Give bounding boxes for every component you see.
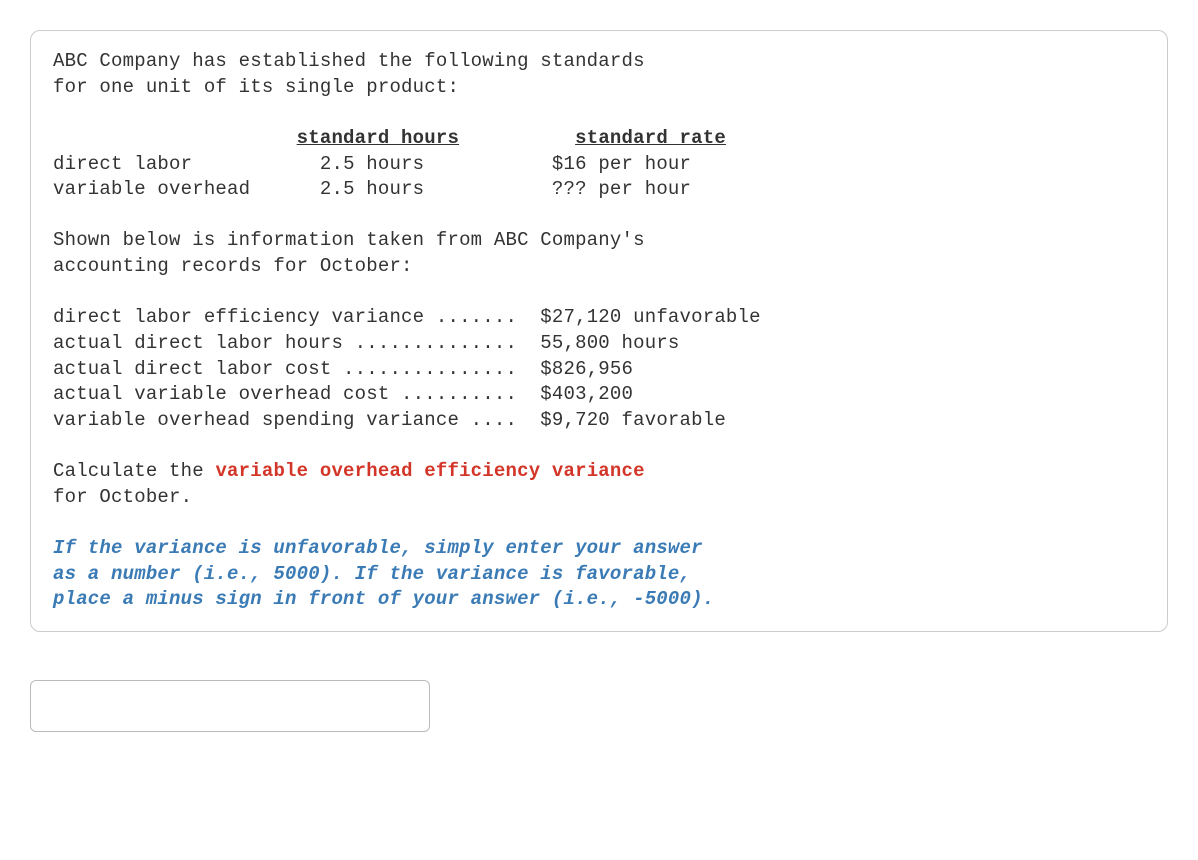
- rec3-label: actual direct labor cost ...............: [53, 358, 517, 380]
- para2-line-1: Shown below is information taken from AB…: [53, 229, 645, 251]
- row-dl-label: direct labor: [53, 153, 192, 175]
- row-dl-rate: $16 per hour: [552, 153, 691, 175]
- record-row-3: actual direct labor cost ...............…: [53, 358, 633, 380]
- row-dl-hours: 2.5 hours: [320, 153, 424, 175]
- instr-line-3: place a minus sign in front of your answ…: [53, 588, 714, 610]
- record-row-1: direct labor efficiency variance .......…: [53, 306, 761, 328]
- rec1-value: $27,120 unfavorable: [540, 306, 760, 328]
- row-variable-overhead: variable overhead 2.5 hours ??? per hour: [53, 178, 691, 200]
- calc-line-2: for October.: [53, 486, 192, 508]
- rec5-label: variable overhead spending variance ....: [53, 409, 517, 431]
- record-row-4: actual variable overhead cost ..........…: [53, 383, 633, 405]
- rec1-label: direct labor efficiency variance .......: [53, 306, 517, 328]
- calc-line-1: Calculate the variable overhead efficien…: [53, 460, 645, 482]
- rec5-value: $9,720 favorable: [540, 409, 726, 431]
- rec4-value: $403,200: [540, 383, 633, 405]
- row-direct-labor: direct labor 2.5 hours $16 per hour: [53, 153, 691, 175]
- instr-line-1: If the variance is unfavorable, simply e…: [53, 537, 703, 559]
- rec3-value: $826,956: [540, 358, 633, 380]
- col-heading-hours: standard hours: [297, 127, 459, 149]
- intro-line-1: ABC Company has established the followin…: [53, 50, 645, 72]
- calc-target: variable overhead efficiency variance: [215, 460, 644, 482]
- para2-line-2: accounting records for October:: [53, 255, 413, 277]
- row-voh-rate: ??? per hour: [552, 178, 691, 200]
- col-heading-rate: standard rate: [575, 127, 726, 149]
- row-voh-label: variable overhead: [53, 178, 250, 200]
- row-voh-hours: 2.5 hours: [320, 178, 424, 200]
- rec2-value: 55,800 hours: [540, 332, 679, 354]
- rec2-label: actual direct labor hours ..............: [53, 332, 517, 354]
- record-row-5: variable overhead spending variance ....…: [53, 409, 726, 431]
- record-row-2: actual direct labor hours ..............…: [53, 332, 680, 354]
- instr-line-2: as a number (i.e., 5000). If the varianc…: [53, 563, 691, 585]
- calc-prefix: Calculate the: [53, 460, 215, 482]
- intro-line-2: for one unit of its single product:: [53, 76, 459, 98]
- answer-input[interactable]: [30, 680, 430, 732]
- table-heading-row: standard hours standard rate: [53, 127, 726, 149]
- rec4-label: actual variable overhead cost ..........: [53, 383, 517, 405]
- question-panel: ABC Company has established the followin…: [30, 30, 1168, 632]
